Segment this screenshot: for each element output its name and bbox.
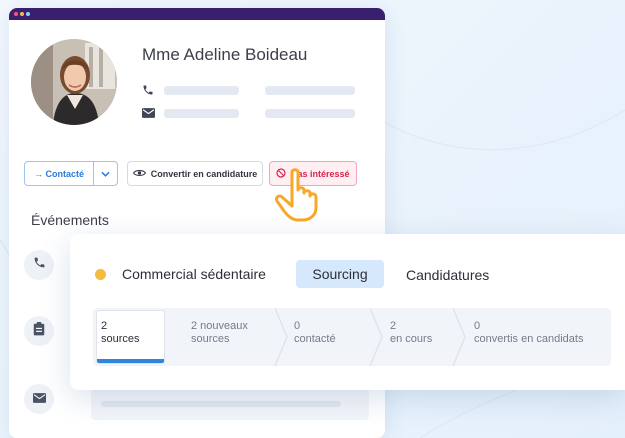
email-row (142, 105, 355, 121)
phone-icon (142, 83, 156, 97)
stage-label: en cours (390, 333, 433, 345)
phone-value-placeholder (164, 85, 239, 95)
candidate-name: Mme Adeline Boideau (142, 45, 308, 64)
email-value-placeholder (164, 108, 239, 118)
tab-candidatures[interactable]: Candidatures (406, 267, 489, 283)
stage-count: 0 (474, 320, 481, 332)
phone-icon (33, 256, 46, 274)
job-title: Commercial sédentaire (122, 266, 266, 282)
step-separator-chevron (274, 308, 288, 366)
window-minimize-dot[interactable] (20, 12, 24, 16)
job-pipeline-card: Commercial sédentaire Sourcing Candidatu… (70, 234, 625, 390)
eye-icon (132, 169, 146, 179)
mail-icon (32, 390, 46, 408)
email-secondary-placeholder (265, 108, 355, 118)
stage-count: 2 (390, 320, 397, 332)
event-item-placeholder (91, 388, 369, 420)
pipeline-stage[interactable]: 0 contacté (294, 320, 336, 346)
window-titlebar (9, 8, 385, 20)
convertir-label: Convertir en candidature (150, 168, 258, 179)
pipeline-stage[interactable]: 2 en cours (390, 320, 432, 346)
phone-row (142, 82, 355, 98)
pipeline-stage[interactable]: 2 sources (101, 320, 140, 346)
avatar (31, 39, 117, 125)
stage-label: convertis en candidats (474, 333, 584, 345)
stage-count: 0 (294, 320, 301, 332)
contacte-button[interactable]: → Contacté (24, 161, 94, 186)
window-maximize-dot[interactable] (26, 12, 30, 16)
event-phone[interactable] (24, 250, 54, 280)
phone-secondary-placeholder (265, 85, 355, 95)
events-title: Événements (31, 212, 109, 228)
window-close-dot[interactable] (14, 12, 18, 16)
pointer-hand-icon (275, 168, 318, 222)
stage-label: sources (101, 333, 140, 345)
convertir-button[interactable]: Convertir en candidature (127, 161, 263, 186)
stage-label: sources (191, 333, 230, 345)
stage-label: contacté (294, 333, 336, 345)
pipeline-stage[interactable]: 2 nouveaux sources (191, 320, 248, 346)
stage-count: 2 (101, 320, 108, 332)
event-mail[interactable] (24, 384, 54, 414)
job-status-dot (95, 269, 106, 280)
stage-count: 2 nouveaux (191, 320, 248, 332)
status-dropdown-button[interactable] (93, 161, 118, 186)
active-stage-indicator (97, 359, 164, 363)
pipeline-stage[interactable]: 0 convertis en candidats (474, 320, 583, 346)
event-task[interactable] (24, 316, 54, 346)
chevron-down-icon (101, 169, 110, 179)
tab-sourcing[interactable]: Sourcing (296, 260, 384, 288)
contacte-label: → Contacté (33, 168, 84, 179)
pipeline-steps: 2 sources 2 nouveaux sources 0 contacté … (93, 308, 611, 366)
step-separator-chevron (369, 308, 383, 366)
mail-icon (142, 106, 156, 120)
clipboard-icon (33, 321, 45, 341)
step-separator-chevron (452, 308, 466, 366)
